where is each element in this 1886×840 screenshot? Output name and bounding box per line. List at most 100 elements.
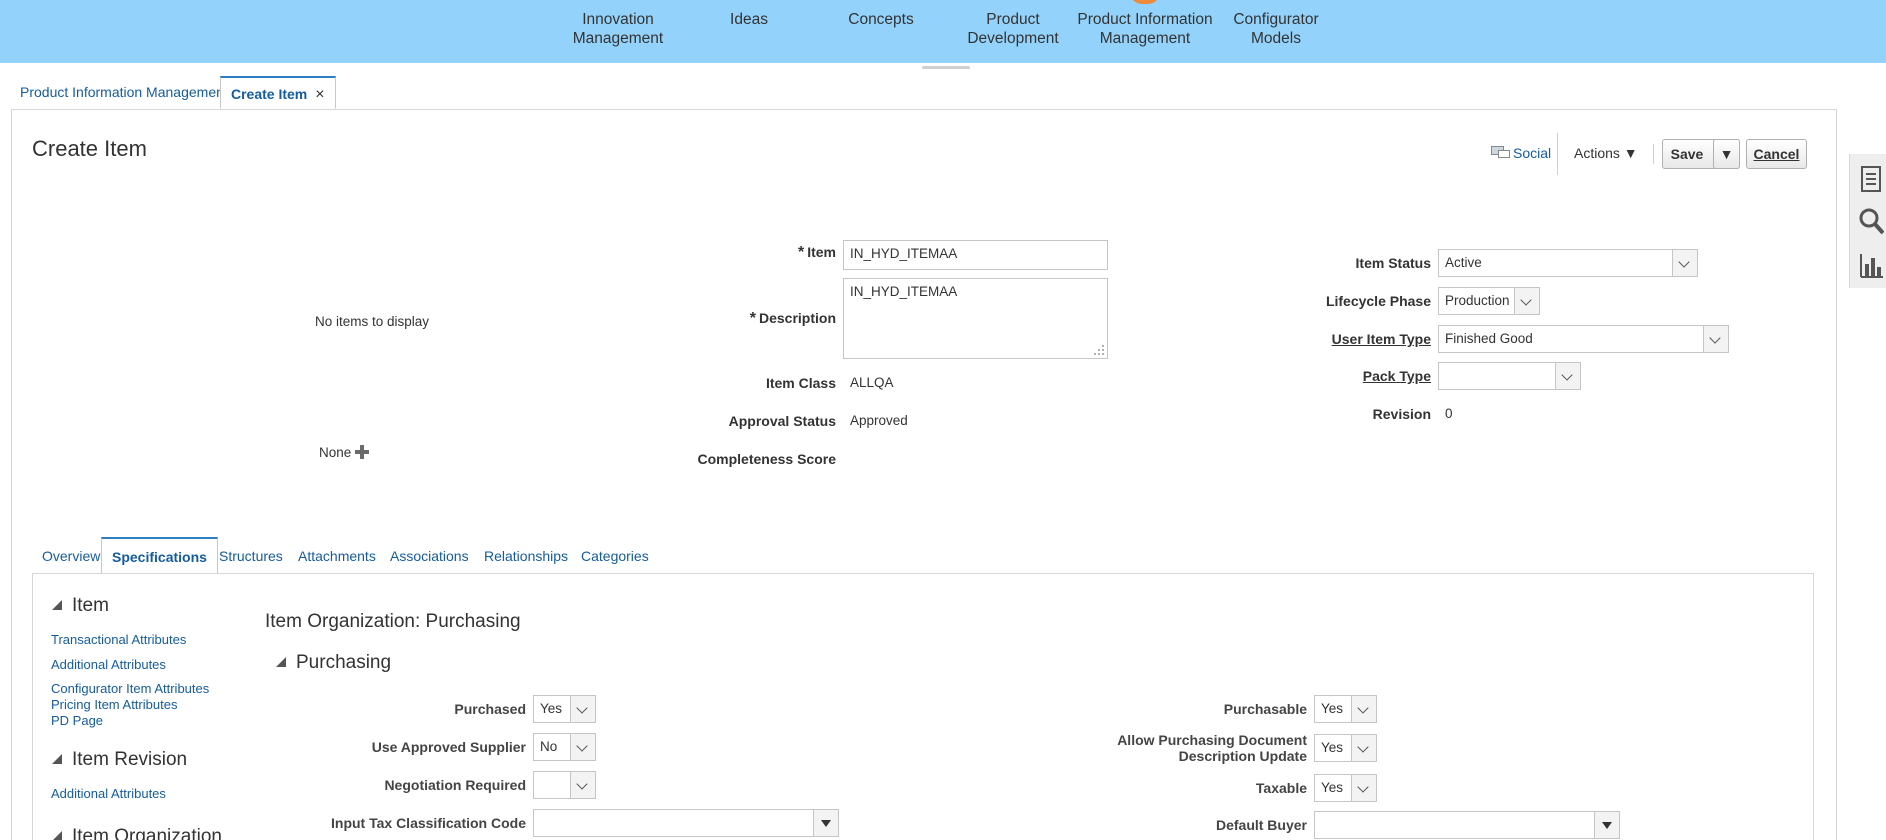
chevron-down-icon[interactable]	[1351, 696, 1376, 722]
image-none: None	[319, 445, 370, 460]
purchasable-select[interactable]: Yes	[1314, 695, 1377, 723]
link-pricing-item-attributes[interactable]: Pricing Item Attributes	[51, 697, 177, 712]
chart-icon[interactable]	[1858, 250, 1884, 280]
chevron-down-icon[interactable]	[570, 772, 595, 798]
nav-concepts[interactable]: Concepts	[840, 10, 922, 29]
save-label: Save	[1670, 146, 1704, 162]
item-revision-section-title: Item Revision	[72, 749, 188, 770]
chevron-down-icon[interactable]	[1672, 250, 1697, 276]
divider	[1557, 133, 1558, 175]
chevron-down-icon[interactable]	[570, 734, 595, 760]
nav-product-information-management[interactable]: Product Information Management	[1076, 10, 1214, 48]
add-icon[interactable]	[355, 445, 370, 459]
tab-product-information-management[interactable]: Product Information Management	[20, 76, 228, 109]
tab-associations[interactable]: Associations	[390, 546, 469, 573]
purchasing-section-title: Purchasing	[296, 652, 392, 673]
nav-ideas[interactable]: Ideas	[716, 10, 782, 29]
save-options-button[interactable]: ▼	[1713, 139, 1740, 169]
pack-type-select[interactable]	[1438, 362, 1581, 390]
collapse-icon[interactable]	[52, 600, 62, 610]
tab-create-item[interactable]: Create Item ×	[220, 76, 336, 109]
item-status-select[interactable]: Active	[1438, 249, 1698, 277]
tab-overview[interactable]: Overview	[42, 546, 100, 573]
description-label-text: Description	[758, 310, 836, 326]
caret-down-icon[interactable]	[813, 810, 838, 836]
nav-collapse-handle[interactable]	[922, 66, 970, 69]
notification-indicator	[1130, 0, 1160, 4]
search-icon[interactable]	[1858, 206, 1884, 236]
input-tax-classification-code-label: Input Tax Classification Code	[331, 815, 526, 831]
item-class-label: Item Class	[765, 375, 836, 391]
negotiation-required-select[interactable]	[533, 771, 596, 799]
use-approved-supplier-label: Use Approved Supplier	[371, 739, 526, 755]
nav-innovation-management[interactable]: Innovation Management	[566, 10, 670, 48]
purchasing-section-toggle[interactable]: Purchasing	[276, 652, 391, 674]
cancel-button[interactable]: Cancel	[1746, 139, 1807, 169]
default-buyer-select[interactable]	[1314, 811, 1620, 839]
use-approved-supplier-value: No	[540, 739, 558, 754]
collapse-icon[interactable]	[276, 657, 286, 667]
pack-type-label: Pack Type	[1362, 368, 1431, 384]
tab-structures[interactable]: Structures	[219, 546, 283, 573]
allow-purchasing-document-description-update-label: Allow Purchasing Document Description Up…	[1117, 732, 1307, 764]
chevron-down-icon[interactable]	[1703, 326, 1728, 352]
nav-configurator-models[interactable]: Configurator Models	[1226, 10, 1326, 48]
use-approved-supplier-select[interactable]: No	[533, 733, 596, 761]
tab-create-item-label: Create Item	[231, 86, 308, 102]
nav-product-development[interactable]: Product Development	[962, 10, 1064, 48]
description-textarea[interactable]: IN_HYD_ITEMAA	[843, 278, 1108, 359]
none-label: None	[319, 445, 352, 460]
purchasable-value: Yes	[1321, 701, 1344, 716]
item-section-toggle[interactable]: Item	[52, 595, 109, 617]
revision-label: Revision	[1372, 406, 1431, 422]
tab-attachments[interactable]: Attachments	[298, 546, 376, 573]
item-organization-section-toggle[interactable]: Item Organization	[52, 826, 222, 840]
description-label: * Description	[749, 310, 836, 327]
purchasing-page-heading: Item Organization: Purchasing	[265, 611, 521, 632]
allow-purchasing-document-description-update-value: Yes	[1321, 740, 1344, 755]
side-rail	[1849, 154, 1886, 288]
chevron-down-icon[interactable]	[570, 696, 595, 722]
item-class-value: ALLQA	[850, 375, 894, 390]
allow-purchasing-document-description-update-select[interactable]: Yes	[1314, 734, 1377, 762]
item-revision-section-toggle[interactable]: Item Revision	[52, 749, 187, 771]
social-icon	[1491, 146, 1510, 158]
purchased-select[interactable]: Yes	[533, 695, 596, 723]
approval-status-label: Approval Status	[728, 413, 836, 429]
negotiation-required-label: Negotiation Required	[384, 777, 526, 793]
chevron-down-icon[interactable]	[1351, 775, 1376, 801]
default-buyer-label: Default Buyer	[1215, 817, 1307, 833]
link-configurator-item-attributes[interactable]: Configurator Item Attributes	[51, 681, 209, 696]
chevron-down-icon[interactable]	[1555, 363, 1580, 389]
social-link[interactable]: Social	[1491, 145, 1551, 161]
item-status-label: Item Status	[1355, 255, 1431, 271]
purchased-label: Purchased	[454, 701, 526, 717]
tab-specifications[interactable]: Specifications	[101, 537, 218, 574]
collapse-icon[interactable]	[52, 831, 62, 840]
close-icon[interactable]: ×	[315, 86, 324, 103]
caret-down-icon[interactable]	[1594, 812, 1619, 838]
taxable-select[interactable]: Yes	[1314, 774, 1377, 802]
item-label: * Item	[797, 244, 836, 261]
resize-handle-icon[interactable]	[1093, 344, 1105, 356]
collapse-icon[interactable]	[52, 754, 62, 764]
taxable-label: Taxable	[1255, 780, 1307, 796]
revision-value: 0	[1445, 406, 1453, 421]
link-transactional-attributes[interactable]: Transactional Attributes	[51, 632, 186, 647]
lifecycle-phase-select[interactable]: Production	[1438, 287, 1540, 315]
actions-menu[interactable]: Actions ▼	[1574, 145, 1638, 161]
link-pd-page[interactable]: PD Page	[51, 713, 103, 728]
purchased-value: Yes	[540, 701, 563, 716]
user-item-type-label: User Item Type	[1331, 331, 1431, 347]
input-tax-classification-code-select[interactable]	[533, 809, 839, 837]
item-status-value: Active	[1445, 255, 1482, 270]
document-icon[interactable]	[1858, 164, 1884, 194]
user-item-type-select[interactable]: Finished Good	[1438, 325, 1729, 353]
link-additional-attributes[interactable]: Additional Attributes	[51, 657, 166, 672]
tab-categories[interactable]: Categories	[581, 546, 649, 573]
chevron-down-icon[interactable]	[1351, 735, 1376, 761]
tab-relationships[interactable]: Relationships	[484, 546, 568, 573]
link-revision-additional-attributes[interactable]: Additional Attributes	[51, 786, 166, 801]
chevron-down-icon[interactable]	[1514, 288, 1539, 314]
item-input[interactable]: IN_HYD_ITEMAA	[843, 240, 1108, 270]
